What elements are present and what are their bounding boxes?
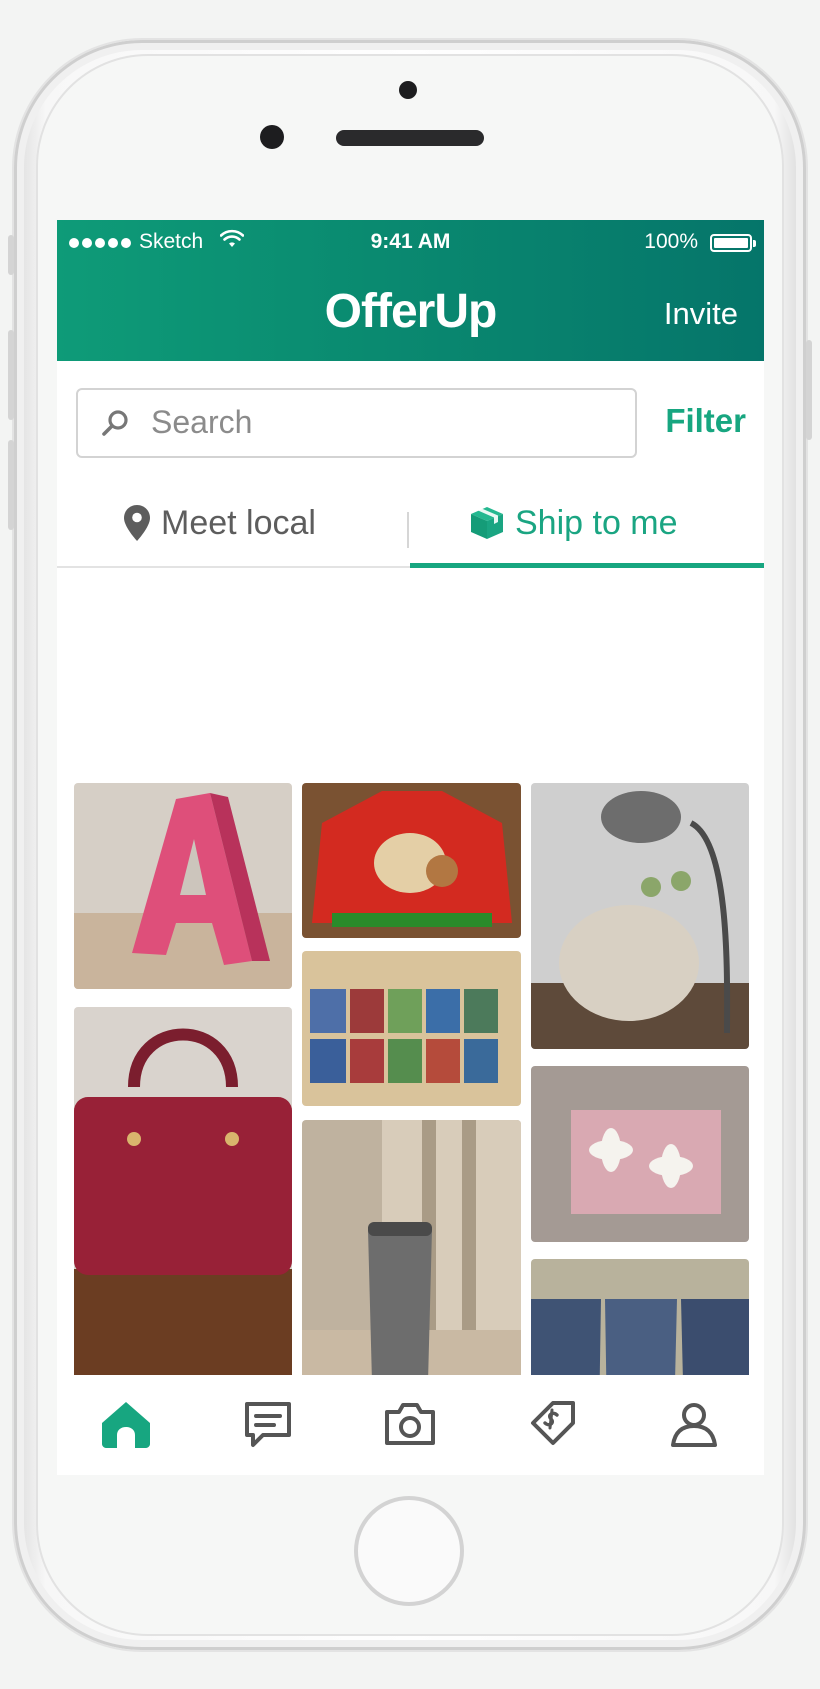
battery-percentage: 100% — [644, 230, 698, 253]
nav-post[interactable] — [381, 1395, 439, 1453]
listing-trash-can[interactable] — [302, 1120, 521, 1375]
tab-meet-local[interactable]: Meet local — [123, 478, 316, 568]
tab-ship-to-me[interactable]: Ship to me — [469, 478, 678, 568]
filter-button[interactable]: Filter — [665, 402, 746, 440]
battery-icon — [710, 234, 756, 252]
front-camera — [399, 81, 417, 99]
search-input[interactable]: Search — [76, 388, 637, 458]
listing-baby-swing[interactable] — [531, 783, 749, 1049]
sell-tag-icon — [531, 1401, 575, 1445]
chat-icon — [245, 1402, 291, 1447]
nav-account[interactable] — [665, 1395, 723, 1453]
listing-ugly-christmas-sweater[interactable] — [302, 783, 521, 938]
bottom-tab-bar — [57, 1375, 764, 1475]
search-row: Search Filter — [76, 388, 746, 460]
tab-divider — [407, 512, 409, 548]
package-icon — [471, 507, 503, 539]
proximity-sensor — [260, 125, 284, 149]
location-pin-icon — [124, 505, 150, 541]
profile-icon — [671, 1403, 717, 1447]
volume-up-button — [8, 330, 14, 420]
listings-grid — [57, 561, 764, 1375]
search-icon — [102, 410, 128, 436]
search-placeholder: Search — [151, 404, 253, 440]
app-header: Sketch 9:41 AM 100% OfferUp Invite — [57, 220, 764, 361]
listing-flower-earrings[interactable] — [531, 1066, 749, 1242]
volume-down-button — [8, 440, 14, 530]
camera-icon — [385, 1403, 435, 1445]
app-screen: Sketch 9:41 AM 100% OfferUp Invite Searc… — [57, 220, 764, 1475]
listing-jeans[interactable] — [531, 1259, 749, 1375]
home-icon — [102, 1402, 150, 1448]
tab-label: Meet local — [161, 503, 316, 542]
listing-pink-letter-a[interactable] — [74, 783, 292, 989]
invite-button[interactable]: Invite — [664, 296, 738, 332]
nav-messages[interactable] — [239, 1395, 297, 1453]
status-bar: Sketch 9:41 AM 100% — [57, 228, 764, 258]
listing-red-snakeskin-handbag[interactable] — [74, 1007, 292, 1375]
power-button — [806, 340, 812, 440]
nav-selling[interactable] — [523, 1395, 581, 1453]
tab-label: Ship to me — [515, 503, 678, 542]
app-logo: OfferUp — [324, 285, 498, 338]
delivery-tabs: Meet local Ship to me — [57, 478, 764, 568]
mute-switch — [8, 235, 14, 275]
earpiece-speaker — [336, 130, 484, 146]
nav-home[interactable] — [97, 1395, 155, 1453]
listing-thomas-dvds[interactable] — [302, 951, 521, 1106]
home-button[interactable] — [354, 1496, 464, 1606]
